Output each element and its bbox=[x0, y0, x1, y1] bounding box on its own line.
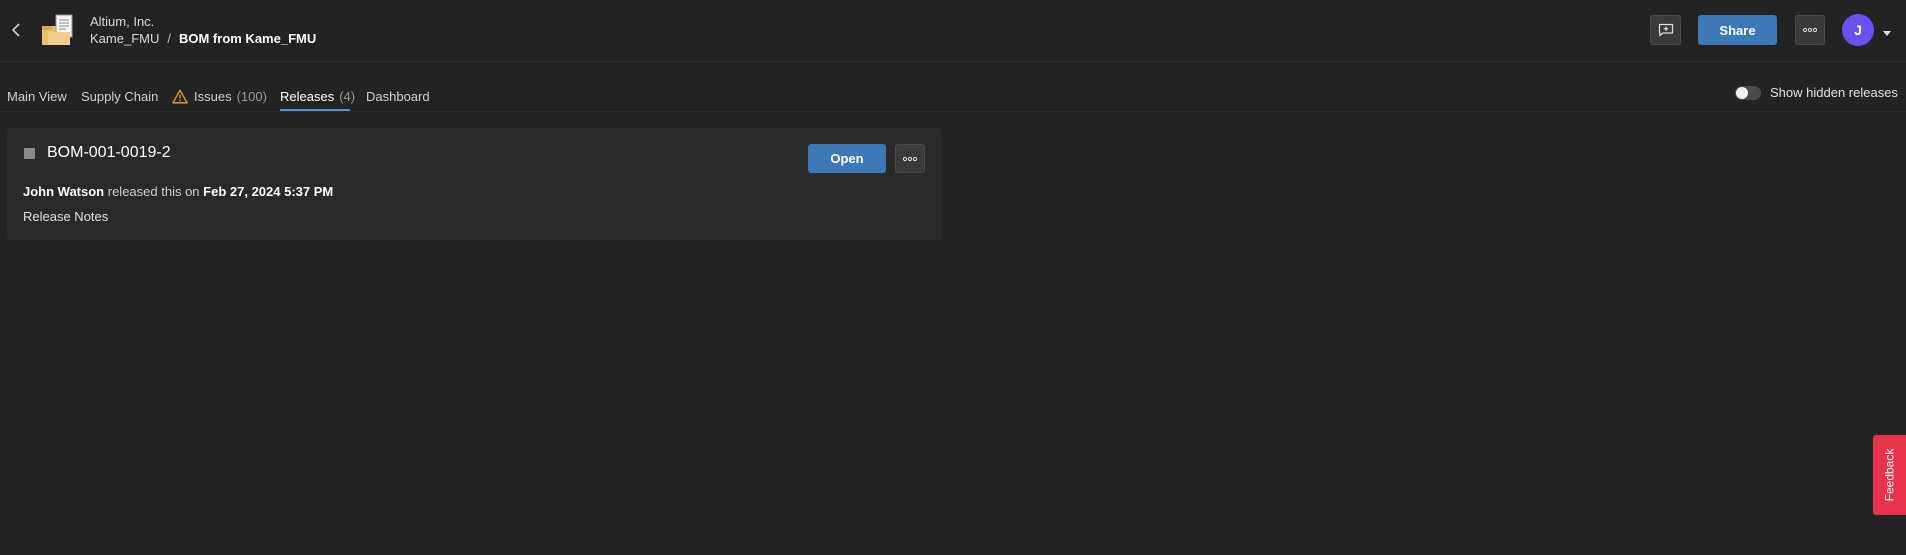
caret-down-icon bbox=[1883, 31, 1891, 36]
tab-count: (4) bbox=[339, 88, 356, 104]
release-author: John Watson bbox=[23, 184, 105, 199]
release-notes: Release Notes bbox=[23, 209, 109, 224]
header: Altium, Inc. Kame_FMU / BOM from Kame_FM… bbox=[0, 0, 1906, 62]
toggle-switch[interactable] bbox=[1735, 85, 1761, 100]
release-title: BOM-001-0019-2 bbox=[47, 144, 171, 161]
more-horizontal-icon bbox=[902, 156, 918, 161]
tab-issues[interactable]: Issues (100) bbox=[172, 86, 267, 106]
user-avatar[interactable]: J bbox=[1842, 14, 1874, 46]
tab-label: Releases bbox=[280, 88, 335, 104]
show-hidden-releases-toggle[interactable]: Show hidden releases bbox=[1735, 85, 1898, 100]
release-more-button[interactable] bbox=[895, 144, 925, 173]
feedback-button[interactable]: Feedback bbox=[1873, 435, 1906, 515]
comment-button[interactable] bbox=[1650, 15, 1681, 45]
release-date: Feb 27, 2024 5:37 PM bbox=[203, 184, 334, 199]
user-menu-caret[interactable] bbox=[1882, 25, 1892, 36]
toggle-label: Show hidden releases bbox=[1770, 85, 1898, 100]
tab-supply-chain[interactable]: Supply Chain bbox=[81, 86, 158, 106]
breadcrumb-current: BOM from Kame_FMU bbox=[178, 31, 317, 46]
tab-bar: Main View Supply Chain Issues (100) Rele… bbox=[0, 78, 1906, 112]
org-name: Altium, Inc. bbox=[90, 14, 155, 29]
feedback-label: Feedback bbox=[1882, 448, 1897, 502]
toggle-knob bbox=[1736, 86, 1748, 99]
project-folder-icon bbox=[40, 12, 76, 48]
breadcrumb-separator: / bbox=[167, 31, 171, 46]
tab-label: Dashboard bbox=[366, 88, 430, 104]
back-button[interactable] bbox=[8, 20, 24, 40]
release-action-text: released this on bbox=[107, 184, 200, 199]
more-horizontal-icon bbox=[1802, 27, 1818, 33]
active-tab-indicator bbox=[280, 109, 350, 111]
release-card: BOM-001-0019-2 Open John Watson released… bbox=[7, 128, 942, 240]
release-checkbox[interactable] bbox=[24, 148, 35, 159]
tab-count: (100) bbox=[236, 88, 267, 104]
tab-label: Main View bbox=[7, 88, 67, 104]
open-button[interactable]: Open bbox=[808, 144, 886, 173]
tab-label: Issues bbox=[194, 88, 232, 104]
breadcrumb: Kame_FMU / BOM from Kame_FMU bbox=[90, 31, 316, 46]
more-options-button[interactable] bbox=[1795, 15, 1825, 45]
share-button[interactable]: Share bbox=[1698, 15, 1777, 45]
release-info: John Watson released this on Feb 27, 202… bbox=[23, 184, 333, 199]
chevron-left-icon bbox=[11, 23, 20, 37]
tab-label: Supply Chain bbox=[81, 88, 159, 104]
tab-dashboard[interactable]: Dashboard bbox=[366, 86, 430, 106]
tab-main-view[interactable]: Main View bbox=[7, 86, 67, 106]
breadcrumb-project[interactable]: Kame_FMU bbox=[90, 31, 159, 46]
warning-triangle-icon bbox=[172, 89, 188, 103]
comment-add-icon bbox=[1658, 23, 1673, 37]
tab-releases[interactable]: Releases (4) bbox=[280, 86, 355, 106]
